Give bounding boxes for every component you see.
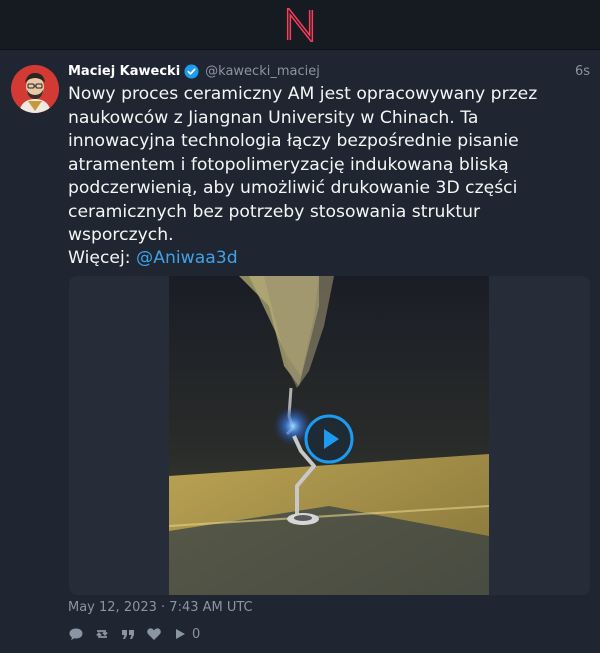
tweet-stats: 0 [68,625,210,643]
retweet-stat[interactable] [94,626,110,642]
avatar[interactable] [11,65,59,113]
play-icon[interactable] [304,414,354,464]
comment-icon [69,628,83,640]
tweet-header: Maciej Kawecki @kawecki_maciej 6s [68,61,590,81]
mention-link[interactable]: @Aniwaa3d [136,248,238,268]
tweet-date[interactable]: May 12, 2023 · 7:43 AM UTC [68,600,253,615]
tweet-more-line: Więcej: @Aniwaa3d [68,247,238,271]
retweet-icon [96,630,108,638]
tweet-content: Nowy proces ceramiczny AM jest opracowyw… [68,84,543,245]
tweet-video[interactable] [69,276,590,595]
tweet-time[interactable]: 6s [575,64,590,79]
views-stat[interactable]: 0 [172,626,200,642]
avatar-image [11,65,59,113]
top-navbar [0,0,600,50]
verified-icon [184,63,199,79]
more-label: Więcej: [68,248,137,268]
quote-icon [122,630,134,639]
views-count: 0 [192,626,201,642]
author-fullname[interactable]: Maciej Kawecki [68,64,180,79]
tweet: Maciej Kawecki @kawecki_maciej 6s Nowy p… [0,50,600,653]
nitter-logo-icon[interactable] [285,7,315,42]
author-username[interactable]: @kawecki_maciej [205,64,320,79]
play-count-icon [176,629,185,639]
reply-stat[interactable] [68,626,84,642]
heart-icon [147,628,161,640]
like-stat[interactable] [146,626,162,642]
quote-stat[interactable] [120,626,136,642]
